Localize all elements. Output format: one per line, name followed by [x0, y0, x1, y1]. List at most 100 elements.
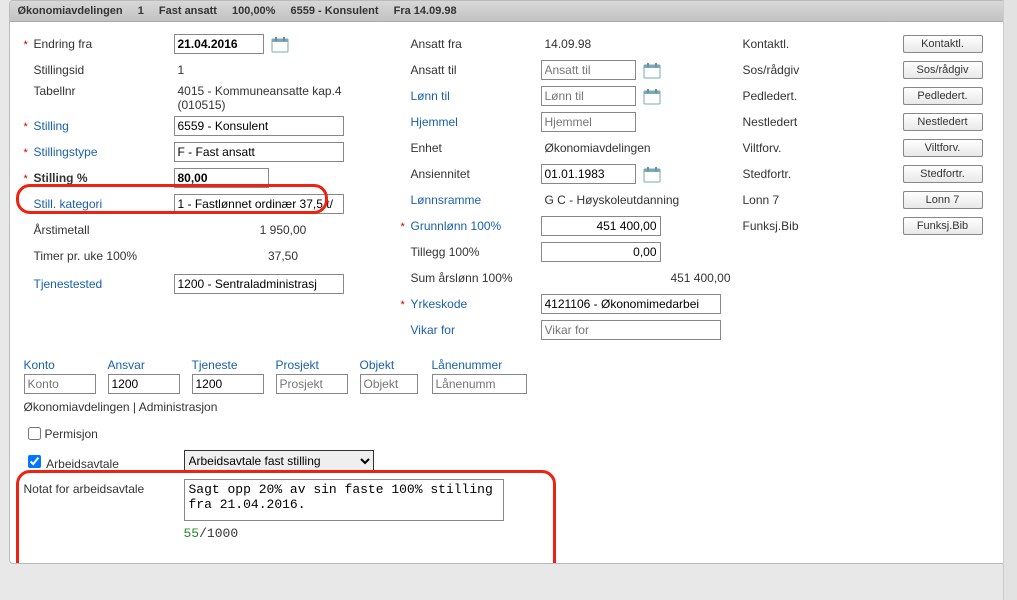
viltforv-label: Viltforv.	[743, 141, 833, 155]
calendar-icon[interactable]	[271, 36, 289, 54]
stillingsid-value: 1	[174, 63, 389, 77]
column-middle: Ansatt fra 14.09.98 Ansatt til Lønn til	[401, 32, 731, 344]
lonnsramme-value: G C - Høyskoleutdanning	[541, 193, 731, 207]
prosjekt-input[interactable]	[276, 374, 348, 394]
arbeidsavtale-label: Arbeidsavtale	[46, 457, 119, 471]
vikar-for-label[interactable]: Vikar for	[411, 323, 541, 337]
stedfortr-button[interactable]: Stedfortr.	[903, 165, 983, 183]
hjemmel-input[interactable]	[541, 112, 636, 132]
objekt-input[interactable]	[360, 374, 418, 394]
lanenummer-label[interactable]: Lånenummer	[432, 358, 527, 372]
required-marker: *	[401, 219, 411, 233]
stilling-pct-input[interactable]	[174, 168, 269, 188]
ansvar-label[interactable]: Ansvar	[108, 358, 180, 372]
stilling-pct-label: Stilling %	[34, 171, 174, 185]
required-marker: *	[401, 297, 411, 311]
konto-label[interactable]: Konto	[24, 358, 96, 372]
stedfortr-label: Stedfortr.	[743, 167, 833, 181]
notat-textarea[interactable]: Sagt opp 20% av sin faste 100% stilling …	[184, 479, 504, 521]
enhet-label: Enhet	[411, 141, 541, 155]
timer-pr-uke-label: Timer pr. uke 100%	[34, 249, 174, 263]
hjemmel-label[interactable]: Hjemmel	[411, 115, 541, 129]
objekt-label[interactable]: Objekt	[360, 358, 420, 372]
arbeidsavtale-select[interactable]: Arbeidsavtale fast stilling	[184, 450, 374, 472]
ansiennitet-input[interactable]	[541, 164, 636, 184]
ansatt-fra-label: Ansatt fra	[411, 37, 541, 51]
ansatt-til-label: Ansatt til	[411, 63, 541, 77]
tillegg-input[interactable]	[541, 242, 661, 262]
permisjon-label: Permisjon	[45, 427, 98, 441]
notat-counter: 55/1000	[184, 526, 994, 541]
tillegg-label: Tillegg 100%	[411, 245, 541, 259]
notat-label: Notat for arbeidsavtale	[24, 479, 184, 496]
dimension-row: Konto Ansvar Tjeneste Prosjekt Objekt Lå…	[24, 358, 994, 394]
kontaktl-button[interactable]: Kontaktl.	[903, 35, 983, 53]
prosjekt-label[interactable]: Prosjekt	[276, 358, 348, 372]
required-marker: *	[24, 119, 34, 133]
ansatt-til-input[interactable]	[541, 60, 636, 80]
title-from: Fra 14.09.98	[394, 5, 457, 17]
viltforv-button[interactable]: Viltforv.	[903, 139, 983, 157]
window-scrollbar[interactable]	[1003, 0, 1017, 600]
grunnlonn-label[interactable]: Grunnlønn 100%	[411, 219, 541, 233]
sos-radgiv-label: Sos/rådgiv	[743, 63, 833, 77]
ansvar-input[interactable]	[108, 374, 180, 394]
dimension-subtitle: Økonomiavdelingen | Administrasjon	[24, 400, 994, 414]
title-position: 6559 - Konsulent	[291, 5, 379, 17]
lonn-til-label[interactable]: Lønn til	[411, 89, 541, 103]
column-right: Kontaktl.Kontaktl. Sos/rådgivSos/rådgiv …	[743, 32, 983, 344]
calendar-icon[interactable]	[643, 166, 661, 184]
sum-arslonn-label: Sum årslønn 100%	[411, 271, 541, 285]
konto-input[interactable]	[24, 374, 96, 394]
stillingstype-label[interactable]: Stillingstype	[34, 145, 174, 159]
tjenestested-label[interactable]: Tjenestested	[34, 277, 174, 291]
funksjbib-label: Funksj.Bib	[743, 219, 833, 233]
tabellnr-value: 4015 - Kommuneansatte kap.4 (010515)	[174, 84, 389, 112]
enhet-value: Økonomiavdelingen	[541, 141, 731, 155]
stilling-label[interactable]: Stilling	[34, 119, 174, 133]
title-pct: 100,00%	[232, 5, 275, 17]
endring-fra-label: Endring fra	[34, 37, 174, 51]
yrkeskode-label[interactable]: Yrkeskode	[411, 297, 541, 311]
column-left: * Endring fra Stillingsid 1	[24, 32, 389, 344]
tjenestested-input[interactable]	[174, 274, 344, 294]
stillingsid-label: Stillingsid	[34, 63, 174, 77]
lonn-til-input[interactable]	[541, 86, 636, 106]
nestledert-label: Nestledert	[743, 115, 833, 129]
lonnsramme-label[interactable]: Lønnsramme	[411, 193, 541, 207]
nestledert-button[interactable]: Nestledert	[903, 113, 983, 131]
calendar-icon[interactable]	[643, 62, 661, 80]
arbeidsavtale-section: Arbeidsavtale Arbeidsavtale fast stillin…	[24, 449, 994, 541]
panel-title: Økonomiavdelingen 1 Fast ansatt 100,00% …	[10, 1, 1008, 22]
lonn7-label: Lonn 7	[743, 193, 833, 207]
lanenummer-input[interactable]	[432, 374, 527, 394]
title-dept: Økonomiavdelingen	[18, 5, 123, 17]
panel-content: * Endring fra Stillingsid 1	[10, 22, 1008, 563]
sum-arslonn-value: 451 400,00	[541, 271, 731, 285]
stillingstype-input[interactable]	[174, 142, 344, 162]
pedledert-button[interactable]: Pedledert.	[903, 87, 983, 105]
funksjbib-button[interactable]: Funksj.Bib	[903, 217, 983, 235]
tjeneste-label[interactable]: Tjeneste	[192, 358, 264, 372]
endring-fra-input[interactable]	[174, 34, 264, 54]
pedledert-label: Pedledert.	[743, 89, 833, 103]
tjeneste-input[interactable]	[192, 374, 264, 394]
vikar-for-input[interactable]	[541, 320, 721, 340]
grunnlonn-input[interactable]	[541, 216, 661, 236]
sos-radgiv-button[interactable]: Sos/rådgiv	[903, 61, 983, 79]
required-marker: *	[24, 37, 34, 51]
stilling-input[interactable]	[174, 116, 344, 136]
still-kategori-label[interactable]: Still. kategori	[34, 197, 174, 211]
required-marker: *	[24, 171, 34, 185]
lonn7-button[interactable]: Lonn 7	[903, 191, 983, 209]
yrkeskode-input[interactable]	[541, 294, 721, 314]
employee-position-panel: Økonomiavdelingen 1 Fast ansatt 100,00% …	[9, 0, 1009, 564]
permisjon-checkbox[interactable]	[28, 427, 41, 440]
kontaktl-label: Kontaktl.	[743, 37, 833, 51]
arstimetall-value: 1 950,00	[174, 223, 389, 237]
arbeidsavtale-checkbox[interactable]	[28, 455, 41, 468]
still-kategori-input[interactable]	[174, 194, 344, 214]
calendar-icon[interactable]	[643, 88, 661, 106]
required-marker: *	[24, 145, 34, 159]
ansatt-fra-value: 14.09.98	[541, 37, 731, 51]
